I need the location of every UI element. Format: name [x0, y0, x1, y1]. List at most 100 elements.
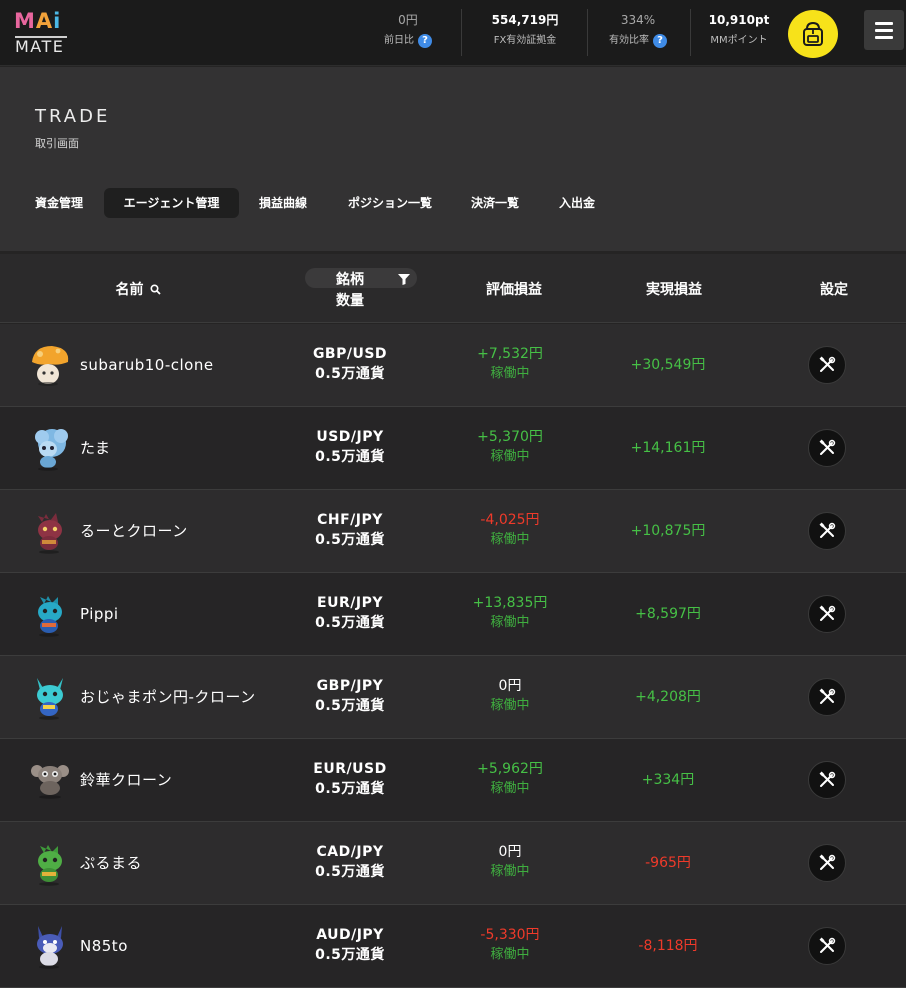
- table-row: おじゃまポン円-クローン GBP/JPY 0.5万通貨 0円 稼働中 +4,20…: [0, 656, 906, 739]
- status-running: 稼働中: [490, 366, 530, 381]
- tab-bar: 資金管理 エージェント管理 損益曲線 ポジション一覧 決済一覧 入出金: [0, 188, 906, 218]
- search-icon[interactable]: [149, 283, 161, 295]
- stat-fx-margin: 554,719円 FX有効証拠金: [478, 12, 572, 48]
- agent-name[interactable]: ぷるまる: [80, 822, 142, 905]
- realized-pnl-value: +10,875円: [630, 523, 706, 539]
- settings-button[interactable]: [808, 927, 846, 965]
- table-header: 名前 銘柄 数量 評価損益 実現損益 設定: [0, 254, 906, 323]
- settings-button[interactable]: [808, 429, 846, 467]
- tab-pnl-curve[interactable]: 損益曲線: [246, 188, 320, 218]
- position-quantity: 0.5万通貨: [315, 449, 385, 465]
- currency-pair: EUR/USD: [313, 761, 387, 777]
- cyan-fox-avatar-icon: [28, 674, 72, 720]
- unrealized-pnl-value: +5,370円: [477, 429, 543, 445]
- table-row: subarub10-clone GBP/USD 0.5万通貨 +7,532円 稼…: [0, 324, 906, 407]
- agent-name[interactable]: たま: [80, 407, 111, 490]
- currency-pair-cell: GBP/USD 0.5万通貨: [290, 344, 410, 384]
- settings-button[interactable]: [808, 346, 846, 384]
- stat-value: 554,719円: [491, 13, 559, 27]
- tools-icon: [819, 356, 836, 372]
- tools-icon: [819, 605, 836, 621]
- help-icon[interactable]: ?: [653, 34, 667, 48]
- position-quantity: 0.5万通貨: [315, 947, 385, 963]
- realized-pnl-value: +4,208円: [635, 689, 701, 705]
- page-hero: TRADE 取引画面 資金管理 エージェント管理 損益曲線 ポジション一覧 決済…: [0, 67, 906, 251]
- stat-effective-ratio: 334% 有効比率?: [598, 12, 678, 48]
- filter-icon[interactable]: [398, 274, 410, 285]
- status-running: 稼働中: [490, 864, 530, 879]
- currency-pair: GBP/USD: [312, 346, 388, 362]
- settings-button[interactable]: [808, 512, 846, 550]
- unrealized-pnl-cell: +13,835円 稼働中: [450, 593, 570, 633]
- top-bar: MAi MATE 0円 前日比? 554,719円 FX有効証拠金 334% 有…: [0, 0, 906, 66]
- agent-name[interactable]: subarub10-clone: [80, 324, 214, 407]
- settings-button[interactable]: [808, 761, 846, 799]
- column-quantity: 数量: [336, 293, 364, 309]
- realized-pnl-value: -8,118円: [638, 938, 698, 954]
- agent-name[interactable]: Pippi: [80, 573, 119, 656]
- settings-button[interactable]: [808, 678, 846, 716]
- stat-label: MMポイント: [710, 35, 768, 46]
- agent-name[interactable]: 鈴華クローン: [80, 739, 172, 822]
- status-running: 稼働中: [490, 449, 530, 464]
- stat-label: 前日比: [384, 35, 414, 46]
- position-quantity: 0.5万通貨: [315, 532, 385, 548]
- currency-pair: CAD/JPY: [316, 844, 384, 860]
- table-row: たま USD/JPY 0.5万通貨 +5,370円 稼働中 +14,161円: [0, 407, 906, 490]
- status-running: 稼働中: [490, 615, 530, 630]
- currency-pair: EUR/JPY: [317, 595, 383, 611]
- unrealized-pnl-cell: +5,370円 稼働中: [450, 427, 570, 467]
- unrealized-pnl-cell: 0円 稼働中: [450, 842, 570, 882]
- stat-value: 10,910pt: [708, 13, 770, 27]
- agent-name[interactable]: N85to: [80, 905, 128, 988]
- hamburger-icon: [875, 21, 893, 25]
- settings-button[interactable]: [808, 844, 846, 882]
- currency-pair: USD/JPY: [316, 429, 384, 445]
- unrealized-pnl-cell: +7,532円 稼働中: [450, 344, 570, 384]
- status-running: 稼働中: [490, 532, 530, 547]
- table-row: ぷるまる CAD/JPY 0.5万通貨 0円 稼働中 -965円: [0, 822, 906, 905]
- realized-pnl-value: +14,161円: [630, 440, 706, 456]
- status-running: 稼働中: [490, 947, 530, 962]
- realized-pnl-value: +8,597円: [635, 606, 701, 622]
- currency-pair: AUD/JPY: [316, 927, 384, 943]
- unrealized-pnl-cell: -5,330円 稼働中: [450, 925, 570, 965]
- tools-icon: [819, 439, 836, 455]
- green-dragon-avatar-icon: [28, 840, 72, 886]
- stat-value: 334%: [620, 13, 656, 27]
- stat-mm-points: 10,910pt MMポイント: [700, 12, 778, 48]
- tab-deposit-withdraw[interactable]: 入出金: [546, 188, 608, 218]
- tools-icon: [819, 937, 836, 953]
- position-quantity: 0.5万通貨: [315, 366, 385, 382]
- settings-button[interactable]: [808, 595, 846, 633]
- page-title: TRADE: [35, 106, 111, 127]
- tab-settlements[interactable]: 決済一覧: [458, 188, 532, 218]
- currency-pair-cell: CAD/JPY 0.5万通貨: [290, 842, 410, 882]
- column-name[interactable]: 名前: [98, 279, 178, 299]
- status-running: 稼働中: [490, 698, 530, 713]
- currency-pair-cell: EUR/USD 0.5万通貨: [290, 759, 410, 799]
- currency-pair-cell: AUD/JPY 0.5万通貨: [290, 925, 410, 965]
- position-quantity: 0.5万通貨: [315, 698, 385, 714]
- tab-positions[interactable]: ポジション一覧: [336, 188, 444, 218]
- unrealized-pnl-value: +7,532円: [477, 346, 543, 362]
- unrealized-pnl-cell: +5,962円 稼働中: [450, 759, 570, 799]
- tab-fund-management[interactable]: 資金管理: [22, 188, 96, 218]
- tools-icon: [819, 771, 836, 787]
- tab-agent-management[interactable]: エージェント管理: [104, 188, 239, 218]
- robot-avatar-icon: [28, 757, 72, 803]
- column-settings: 設定: [820, 282, 848, 298]
- user-avatar[interactable]: [788, 10, 838, 58]
- currency-pair-cell: EUR/JPY 0.5万通貨: [290, 593, 410, 633]
- position-quantity: 0.5万通貨: [315, 781, 385, 797]
- column-unrealized-pnl: 評価損益: [486, 282, 542, 298]
- agent-name[interactable]: おじゃまポン円-クローン: [80, 656, 256, 739]
- help-icon[interactable]: ?: [418, 34, 432, 48]
- column-symbol: 銘柄: [336, 272, 364, 288]
- currency-pair-cell: GBP/JPY 0.5万通貨: [290, 676, 410, 716]
- mai-mate-logo[interactable]: MAi MATE: [14, 9, 70, 57]
- hamburger-menu-button[interactable]: [864, 10, 904, 50]
- currency-pair: CHF/JPY: [317, 512, 383, 528]
- agent-name[interactable]: るーとクローン: [80, 490, 188, 573]
- realized-pnl-value: +334円: [641, 772, 695, 788]
